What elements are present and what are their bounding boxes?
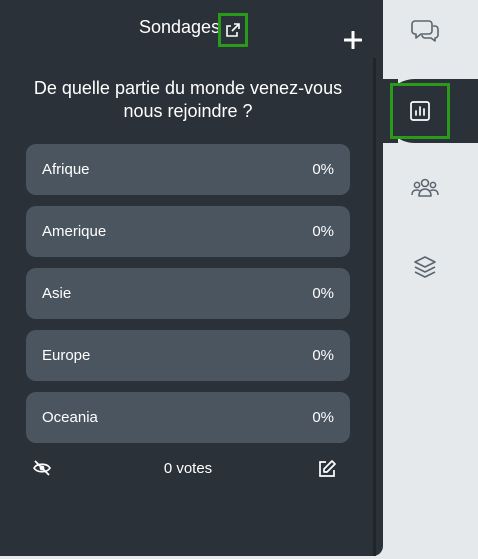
poll-option-asie[interactable]: Asie 0% bbox=[26, 268, 350, 319]
hide-results-button[interactable] bbox=[32, 460, 52, 480]
panel-title: Sondages bbox=[139, 17, 221, 37]
users-group-icon bbox=[411, 178, 439, 197]
add-poll-button[interactable] bbox=[341, 28, 365, 52]
poll-option-amerique[interactable]: Amerique 0% bbox=[26, 206, 350, 257]
option-percent: 0% bbox=[312, 409, 334, 426]
panel-header: Sondages bbox=[0, 12, 383, 49]
option-label: Afrique bbox=[42, 161, 90, 178]
option-percent: 0% bbox=[312, 161, 334, 178]
poll-option-afrique[interactable]: Afrique 0% bbox=[26, 144, 350, 195]
polls-panel: Sondages De quelle partie du monde venez… bbox=[0, 0, 383, 556]
vote-count: 0 votes bbox=[163, 460, 213, 477]
option-label: Europe bbox=[42, 347, 91, 364]
poll-options: Afrique 0% Amerique 0% Asie 0% Europe 0%… bbox=[26, 144, 350, 454]
users-tab[interactable] bbox=[409, 172, 441, 204]
polls-tab[interactable] bbox=[390, 83, 450, 139]
poll-chart-icon bbox=[410, 101, 430, 121]
scrollbar[interactable] bbox=[373, 58, 376, 556]
popout-button[interactable] bbox=[218, 13, 248, 47]
eye-slash-icon bbox=[33, 460, 51, 476]
external-link-icon bbox=[226, 23, 240, 37]
option-label: Asie bbox=[42, 285, 72, 302]
option-percent: 0% bbox=[312, 285, 334, 302]
edit-poll-button[interactable] bbox=[317, 459, 337, 483]
option-label: Amerique bbox=[42, 223, 107, 240]
poll-footer: 0 votes bbox=[26, 456, 350, 482]
poll-option-europe[interactable]: Europe 0% bbox=[26, 330, 350, 381]
layers-icon bbox=[414, 256, 436, 278]
poll-question: De quelle partie du monde venez-vous nou… bbox=[33, 78, 343, 121]
layers-tab[interactable] bbox=[409, 251, 441, 283]
option-label: Oceania bbox=[42, 409, 98, 426]
option-percent: 0% bbox=[312, 223, 334, 240]
poll-option-oceania[interactable]: Oceania 0% bbox=[26, 392, 350, 443]
plus-icon bbox=[344, 31, 362, 49]
edit-icon bbox=[319, 460, 336, 477]
chat-bubbles-icon bbox=[411, 20, 439, 42]
option-percent: 0% bbox=[312, 347, 334, 364]
chat-tab[interactable] bbox=[409, 14, 441, 46]
